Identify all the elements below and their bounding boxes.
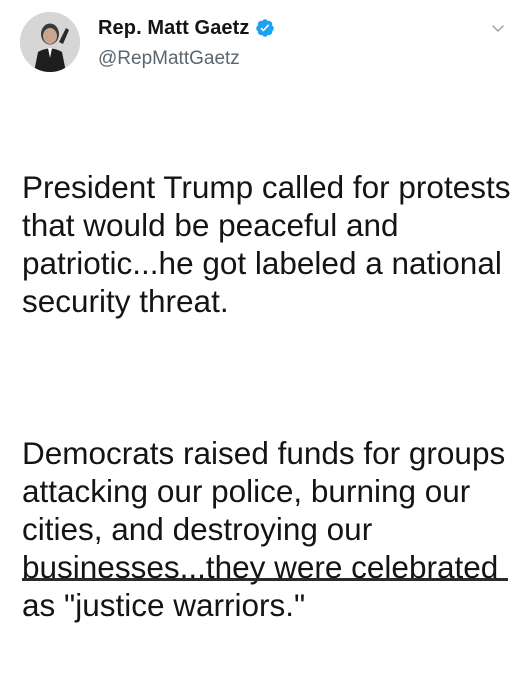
chevron-down-icon[interactable]	[490, 20, 506, 36]
display-name-row: Rep. Matt Gaetz	[98, 14, 275, 42]
author-handle[interactable]: @RepMattGaetz	[98, 48, 275, 70]
tweet-text: President Trump called for protests that…	[22, 92, 516, 700]
avatar[interactable]	[20, 12, 80, 72]
tweet-card: Rep. Matt Gaetz @RepMattGaetz President …	[0, 0, 526, 623]
profile-avatar-icon	[20, 12, 80, 72]
verified-badge-icon	[255, 18, 275, 38]
author-block: Rep. Matt Gaetz @RepMattGaetz	[98, 14, 275, 70]
tweet-paragraph-1: President Trump called for protests that…	[22, 169, 520, 319]
tweet-paragraph-2: Democrats raised funds for groups attack…	[22, 435, 514, 623]
tweet-header: Rep. Matt Gaetz @RepMattGaetz	[20, 12, 510, 74]
display-name[interactable]: Rep. Matt Gaetz	[98, 17, 250, 40]
